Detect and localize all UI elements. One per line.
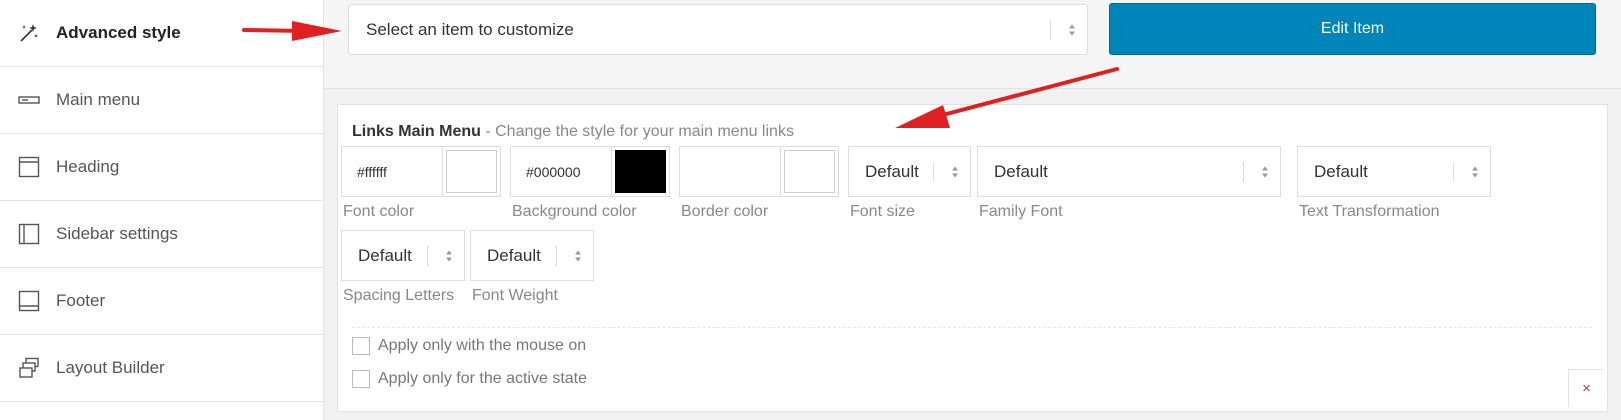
menu-bar-icon bbox=[18, 89, 40, 111]
sidebar-item-footer[interactable]: Footer bbox=[0, 268, 323, 335]
updown-arrows-icon bbox=[1262, 166, 1268, 177]
family-font-field: Default Family Font bbox=[977, 146, 1281, 221]
select-separator bbox=[1243, 161, 1244, 182]
spacing-letters-field: Default Spacing Letters bbox=[341, 230, 465, 305]
text-transformation-label: Text Transformation bbox=[1299, 203, 1440, 220]
close-icon[interactable]: × bbox=[1568, 369, 1604, 407]
font-weight-field: Default Font Weight bbox=[470, 230, 594, 305]
font-size-field: Default Font size bbox=[848, 146, 971, 221]
active-state-checkbox[interactable] bbox=[352, 370, 370, 388]
font-size-label: Font size bbox=[850, 203, 915, 220]
updown-arrows-icon bbox=[575, 250, 581, 261]
font-weight-value: Default bbox=[487, 245, 541, 265]
sidebar-item-label: Advanced style bbox=[56, 23, 181, 42]
family-font-label: Family Font bbox=[979, 203, 1063, 220]
sidebar-item-advanced-style[interactable]: Advanced style bbox=[0, 0, 323, 67]
sidebar-item-label: Footer bbox=[56, 291, 106, 310]
text-transformation-field: Default Text Transformation bbox=[1297, 146, 1491, 221]
magic-wand-icon bbox=[18, 22, 40, 44]
sidebar-item-heading[interactable]: Heading bbox=[0, 134, 323, 201]
sidebar-item-main-menu[interactable]: Main menu bbox=[0, 67, 323, 134]
sidebar-item-label: Layout Builder bbox=[56, 358, 165, 377]
item-select-value: Select an item to customize bbox=[366, 19, 574, 39]
spacing-letters-select[interactable]: Default bbox=[341, 230, 465, 281]
background-color-value: #000000 bbox=[526, 163, 581, 180]
border-color-swatch[interactable] bbox=[784, 150, 835, 193]
spacing-letters-label: Spacing Letters bbox=[343, 287, 455, 304]
sidebar-item-label: Main menu bbox=[56, 90, 141, 109]
background-color-field: #000000 Background color bbox=[510, 146, 670, 221]
divider bbox=[352, 327, 1592, 328]
panel-heading: Links Main Menu - Change the style for y… bbox=[352, 123, 794, 141]
sidebar-item-label: Sidebar settings bbox=[56, 224, 178, 243]
border-color-picker[interactable] bbox=[679, 146, 839, 197]
sidebar-item-label: Heading bbox=[56, 157, 120, 176]
active-state-checkbox-label: Apply only for the active state bbox=[378, 370, 587, 387]
customizer-window: Advanced style Main menu Heading Sidebar… bbox=[0, 0, 1621, 420]
font-weight-label: Font Weight bbox=[472, 287, 558, 304]
sidebar-layout-icon bbox=[18, 223, 40, 245]
layout-builder-icon bbox=[18, 357, 40, 379]
font-size-value: Default bbox=[865, 161, 919, 181]
font-color-field: #ffffff Font color bbox=[341, 146, 501, 221]
background-color-swatch[interactable] bbox=[615, 150, 666, 193]
border-color-value bbox=[680, 147, 780, 196]
background-color-label: Background color bbox=[512, 203, 637, 220]
font-color-swatch[interactable] bbox=[446, 150, 497, 193]
select-separator bbox=[1050, 19, 1051, 40]
font-size-select[interactable]: Default bbox=[848, 146, 971, 197]
active-state-checkbox-row[interactable]: Apply only for the active state bbox=[352, 370, 587, 388]
text-transformation-value: Default bbox=[1314, 161, 1368, 181]
sidebar-item-sidebar-settings[interactable]: Sidebar settings bbox=[0, 201, 323, 268]
links-main-menu-panel: Links Main Menu - Change the style for y… bbox=[337, 104, 1608, 412]
select-separator bbox=[556, 245, 557, 266]
font-color-value: #ffffff bbox=[357, 163, 387, 180]
border-color-label: Border color bbox=[681, 203, 769, 220]
updown-arrows-icon bbox=[446, 250, 452, 261]
family-font-select[interactable]: Default bbox=[977, 146, 1281, 197]
select-separator bbox=[933, 161, 934, 182]
mouse-on-checkbox[interactable] bbox=[352, 337, 370, 355]
spacing-letters-value: Default bbox=[358, 245, 412, 265]
font-color-label: Font color bbox=[343, 203, 415, 220]
select-separator bbox=[1453, 161, 1454, 182]
background-color-picker[interactable]: #000000 bbox=[510, 146, 670, 197]
font-color-picker[interactable]: #ffffff bbox=[341, 146, 501, 197]
updown-arrows-icon bbox=[1069, 24, 1075, 35]
panel-description: - Change the style for your main menu li… bbox=[480, 123, 794, 140]
mouse-on-checkbox-label: Apply only with the mouse on bbox=[378, 337, 587, 354]
updown-arrows-icon bbox=[952, 166, 958, 177]
sidebar-item-layout-builder[interactable]: Layout Builder bbox=[0, 335, 323, 402]
select-separator bbox=[427, 245, 428, 266]
edit-item-button[interactable]: Edit Item bbox=[1109, 3, 1596, 55]
text-transformation-select[interactable]: Default bbox=[1297, 146, 1491, 197]
family-font-value: Default bbox=[994, 161, 1048, 181]
mouse-on-checkbox-row[interactable]: Apply only with the mouse on bbox=[352, 337, 586, 355]
updown-arrows-icon bbox=[1472, 166, 1478, 177]
heading-layout-icon bbox=[18, 156, 40, 178]
sidebar: Advanced style Main menu Heading Sidebar… bbox=[0, 0, 324, 420]
font-weight-select[interactable]: Default bbox=[470, 230, 594, 281]
item-select[interactable]: Select an item to customize bbox=[348, 4, 1088, 55]
panel-title: Links Main Menu bbox=[352, 123, 481, 140]
border-color-field: Border color bbox=[679, 146, 839, 221]
footer-layout-icon bbox=[18, 290, 40, 312]
